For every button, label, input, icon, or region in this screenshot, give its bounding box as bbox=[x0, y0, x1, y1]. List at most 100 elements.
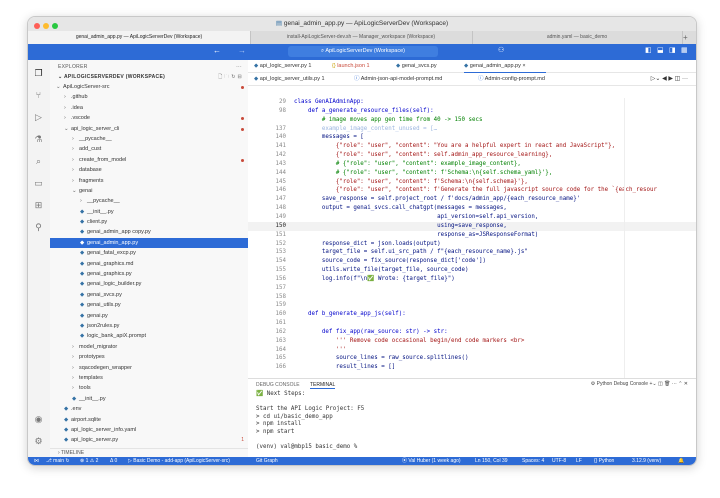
kill-terminal-icon[interactable]: 🗑 bbox=[664, 381, 670, 387]
cursor-position-status[interactable]: Ln 150, Col 39 bbox=[475, 457, 508, 465]
code-line[interactable]: 29 class GenAIAdminApp: bbox=[248, 98, 696, 107]
tab-terminal[interactable]: TERMINAL bbox=[310, 382, 336, 389]
editor-tab[interactable]: {} launch.json 1 bbox=[332, 60, 390, 72]
testing-icon[interactable]: ⚗ bbox=[33, 134, 44, 145]
run-debug-icon[interactable]: ▷ bbox=[33, 112, 44, 123]
account-icon[interactable]: ◉ bbox=[33, 414, 44, 425]
indentation-status[interactable]: Spaces: 4 bbox=[522, 457, 544, 465]
flask-icon[interactable]: ⚲ bbox=[33, 222, 44, 233]
forward-arrow-icon[interactable]: → bbox=[238, 46, 246, 55]
new-tab-button[interactable]: + bbox=[683, 31, 688, 44]
tree-item[interactable]: › __pycache__ bbox=[50, 196, 248, 206]
tree-item[interactable]: › templates bbox=[50, 373, 248, 383]
code-line[interactable]: 157 bbox=[248, 284, 696, 293]
tree-item[interactable]: ◆ api_logic_server.py 1 bbox=[50, 435, 248, 445]
code-line[interactable]: 164 ''' bbox=[248, 346, 696, 355]
workspace-header[interactable]: ⌄ APILOGICSERVERDEV (WORKSPACE) 🗋 🗀 ↻ ⊟ bbox=[50, 72, 248, 82]
debug-config-status[interactable]: ▷ Basic Demo - add-app (ApiLogicServer-s… bbox=[128, 457, 230, 465]
customize-layout-icon[interactable]: ▦ bbox=[681, 46, 688, 54]
interpreter-status[interactable]: 3.12.9 (venv) bbox=[632, 457, 661, 465]
code-line[interactable]: 137 example_image_content_unused = [… bbox=[248, 125, 696, 134]
split-editor-icon[interactable]: ◫ bbox=[675, 76, 681, 82]
tree-item[interactable]: ◆ genai_svcs.py bbox=[50, 290, 248, 300]
tree-item[interactable]: › create_from_model bbox=[50, 155, 248, 165]
editor-tab-active[interactable]: ◆ genai_admin_app.py × bbox=[464, 60, 546, 73]
more-actions-icon[interactable]: ··· bbox=[672, 381, 677, 387]
next-change-icon[interactable]: ▶ bbox=[668, 76, 673, 82]
search-icon[interactable]: ⌕ bbox=[33, 156, 44, 167]
code-line[interactable]: 156 log.info(f"\n✅ Wrote: {target_file}"… bbox=[248, 275, 696, 284]
collapse-all-icon[interactable]: ⊟ bbox=[238, 74, 243, 80]
tree-item[interactable]: ◆ genai_utils.py bbox=[50, 300, 248, 310]
code-line[interactable]: 153 target_file = self.ui_src_path / f"{… bbox=[248, 248, 696, 257]
zoom-window-button[interactable] bbox=[52, 23, 58, 29]
toggle-secondary-sidebar-icon[interactable]: ◨ bbox=[669, 46, 676, 54]
terminal-output[interactable]: ✅ Next Steps: Start the API Logic Project… bbox=[248, 391, 696, 452]
toggle-sidebar-icon[interactable]: ◧ bbox=[645, 46, 652, 54]
minimize-window-button[interactable] bbox=[43, 23, 49, 29]
remote-explorer-icon[interactable]: ▭ bbox=[33, 178, 44, 189]
code-line[interactable]: 140 messages = [ bbox=[248, 133, 696, 142]
code-line[interactable]: 141 {"role": "user", "content": "You are… bbox=[248, 142, 696, 151]
language-status[interactable]: {} Python bbox=[594, 457, 614, 465]
extensions-icon[interactable]: ⊞ bbox=[33, 200, 44, 211]
editor-tab[interactable]: ⓘ Admin-json-api-model-prompt.md bbox=[354, 73, 472, 85]
tree-item[interactable]: ◆ logic_bank_apiX.prompt bbox=[50, 331, 248, 341]
window-tab[interactable]: genai_admin_app.py — ApiLogicServerDev (… bbox=[28, 31, 251, 44]
code-line[interactable]: 159 bbox=[248, 301, 696, 310]
close-panel-icon[interactable]: ✕ bbox=[684, 381, 688, 387]
tree-item[interactable]: › add_cust bbox=[50, 144, 248, 154]
code-line[interactable]: 165 source_lines = raw_source.splitlines… bbox=[248, 354, 696, 363]
tree-item[interactable]: ◆ genai_graphics.py bbox=[50, 269, 248, 279]
new-file-icon[interactable]: 🗋 bbox=[218, 74, 222, 80]
tree-item[interactable]: › .vscode bbox=[50, 113, 248, 123]
window-tab[interactable]: install-ApiLogicServer-dev.sh — Manager_… bbox=[250, 31, 473, 44]
ports-status[interactable]: Δ 0 bbox=[110, 457, 117, 465]
code-line[interactable]: 154 source_code = fix_source(response_di… bbox=[248, 257, 696, 266]
tree-item[interactable]: › model_migrator bbox=[50, 342, 248, 352]
code-line[interactable]: 163 ''' Remove code occasional begin/end… bbox=[248, 337, 696, 346]
tree-item[interactable]: ◆ json2rules.py bbox=[50, 321, 248, 331]
code-line[interactable]: 144 # {"role": "user", "content": f'Sche… bbox=[248, 169, 696, 178]
tree-item[interactable]: › sqacodegen_wrapper bbox=[50, 363, 248, 373]
code-line[interactable]: 152 response_dict = json.loads(output) bbox=[248, 240, 696, 249]
tree-item[interactable]: › database bbox=[50, 165, 248, 175]
editor-tab[interactable]: ◆ api_logic_server.py 1 bbox=[254, 60, 326, 72]
code-line[interactable]: 151 response_as=JSResponseFormat) bbox=[248, 231, 696, 240]
new-terminal-icon[interactable]: +⌄ bbox=[649, 381, 656, 387]
tree-item[interactable]: ◆ .env bbox=[50, 404, 248, 414]
code-line[interactable]: 161 bbox=[248, 319, 696, 328]
problems-status[interactable]: ⊗ 1 ⚠ 2 bbox=[80, 457, 98, 465]
tab-debug-console[interactable]: DEBUG CONSOLE bbox=[256, 382, 300, 388]
back-arrow-icon[interactable]: ← bbox=[213, 46, 221, 55]
copilot-icon[interactable]: ⚇ bbox=[498, 46, 504, 54]
tree-item[interactable]: ◆ genai_admin_app.py bbox=[50, 237, 248, 249]
tree-item[interactable]: ◆ genai_fatal_excp.py bbox=[50, 248, 248, 258]
code-line[interactable]: 145 {"role": "user", "content": f'Schema… bbox=[248, 178, 696, 187]
code-line[interactable]: 155 utils.write_file(target_file, source… bbox=[248, 266, 696, 275]
code-line[interactable]: 143 # {"role": "user", "content": exampl… bbox=[248, 160, 696, 169]
tree-item[interactable]: ◆ airport.sqlite bbox=[50, 415, 248, 425]
code-line[interactable]: 149 api_version=self.api_version, bbox=[248, 213, 696, 222]
maximize-panel-icon[interactable]: ⌃ bbox=[678, 381, 682, 387]
tree-item[interactable]: ◆ __init__.py bbox=[50, 394, 248, 404]
tree-item[interactable]: ◆ genai_admin_app copy.py bbox=[50, 227, 248, 237]
debug-console-selector[interactable]: Python Debug Console bbox=[597, 381, 648, 387]
tree-item[interactable]: › fragments bbox=[50, 176, 248, 186]
code-line[interactable]: 147 save_response = self.project_root / … bbox=[248, 195, 696, 204]
tree-item[interactable]: ◆ genai.py bbox=[50, 311, 248, 321]
encoding-status[interactable]: UTF-8 bbox=[552, 457, 566, 465]
code-line[interactable]: 158 bbox=[248, 293, 696, 302]
code-line[interactable]: 142 {"role": "user", "content": self.adm… bbox=[248, 151, 696, 160]
previous-change-icon[interactable]: ◀ bbox=[662, 76, 667, 82]
eol-status[interactable]: LF bbox=[576, 457, 582, 465]
command-center-search[interactable]: ⌕ ApiLogicServerDev (Workspace) bbox=[288, 46, 438, 57]
tree-item[interactable]: ◆ __init__.py bbox=[50, 207, 248, 217]
tree-item[interactable]: › .github bbox=[50, 92, 248, 102]
manage-gear-icon[interactable]: ⚙ bbox=[33, 436, 44, 447]
code-editor[interactable]: 29 class GenAIAdminApp: 98 def a_generate_… bbox=[248, 98, 696, 372]
remote-indicator-icon[interactable]: ⋈ bbox=[34, 457, 39, 465]
code-line[interactable]: 166 result_lines = [] bbox=[248, 363, 696, 372]
tree-item[interactable]: › prototypes bbox=[50, 352, 248, 362]
close-window-button[interactable] bbox=[34, 23, 40, 29]
